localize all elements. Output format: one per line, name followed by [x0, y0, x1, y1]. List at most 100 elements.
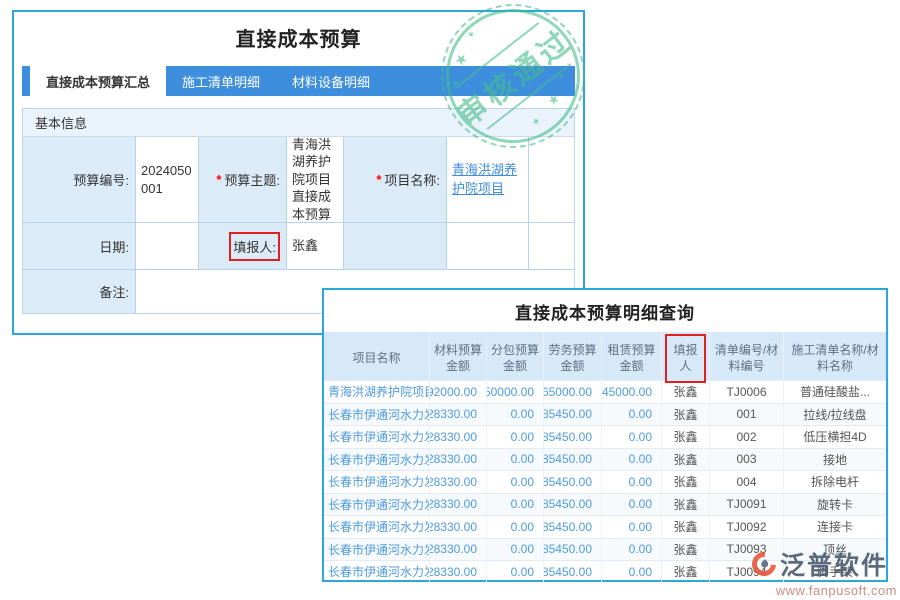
cell-labor-budget: 285450.00	[544, 494, 602, 516]
cell-lease-budget: 0.00	[602, 471, 662, 493]
filler-label-text: 填报人:	[233, 240, 276, 255]
basic-info-section: 基本信息 预算编号: 2024050001 * 预算主题: 青海洪湖养护院项目直…	[22, 108, 575, 314]
fanpu-logo-icon	[747, 547, 781, 581]
cell-filler: 张鑫	[662, 516, 710, 538]
vendor-url: www.fanpusoft.com	[752, 583, 897, 598]
empty-label-cell	[344, 223, 447, 270]
cell-material-budget: 28330.00	[430, 471, 487, 493]
project-link[interactable]: 青海洪湖养护院项目	[452, 161, 523, 199]
cell-list-name: 接地	[784, 449, 886, 471]
column-header-list-code: 清单编号/材料编号	[710, 332, 784, 385]
cell-list-name: 旋转卡	[784, 494, 886, 516]
cell-material-budget: 28330.00	[430, 494, 487, 516]
cell-material-budget: 28330.00	[430, 539, 487, 561]
cell-subcontract-budget: 0.00	[487, 494, 544, 516]
empty-cell	[447, 223, 529, 270]
cell-labor-budget: 285450.00	[544, 426, 602, 448]
filler-label-highlight-box: 填报人:	[229, 232, 280, 261]
cell-labor-budget: 285450.00	[544, 404, 602, 426]
cell-list-code: 001	[710, 404, 784, 426]
cell-lease-budget: 0.00	[602, 449, 662, 471]
vendor-name: 泛普软件	[780, 546, 888, 582]
budget-detail-query-panel: 直接成本预算明细查询 项目名称 材料预算金额 分包预算金额 劳务预算金额 租赁预…	[322, 288, 888, 582]
subject-label-text: 预算主题:	[224, 170, 280, 189]
cell-project: 长春市伊通河水力发电厂	[324, 516, 430, 538]
cell-subcontract-budget: 0.00	[487, 539, 544, 561]
cell-list-name: 拉线/拉线盘	[784, 404, 886, 426]
subject-value: 青海洪湖养护院项目直接成本预算	[287, 137, 344, 223]
cell-filler: 张鑫	[662, 561, 710, 583]
basic-info-form: 预算编号: 2024050001 * 预算主题: 青海洪湖养护院项目直接成本预算…	[23, 137, 574, 313]
cell-labor-budget: 285450.00	[544, 471, 602, 493]
filler-column-highlight-box: 填报人	[665, 334, 706, 383]
table-row[interactable]: 长春市伊通河水力发电厂 28330.00 0.00 285450.00 0.00…	[324, 448, 886, 471]
column-header-subcontract-budget: 分包预算金额	[487, 332, 544, 385]
tab-label: 材料设备明细	[292, 72, 370, 91]
table-row[interactable]: 长春市伊通河水力发电厂 28330.00 0.00 285450.00 0.00…	[324, 515, 886, 538]
cell-filler: 张鑫	[662, 404, 710, 426]
project-name-label: * 项目名称:	[344, 137, 447, 223]
cell-list-code: 003	[710, 449, 784, 471]
cell-project: 长春市伊通河水力发电厂	[324, 539, 430, 561]
filler-value: 张鑫	[287, 223, 344, 270]
cell-labor-budget: 285450.00	[544, 539, 602, 561]
cell-project: 长春市伊通河水力发电厂	[324, 471, 430, 493]
empty-cell	[529, 223, 574, 270]
cell-list-name: 连接卡	[784, 516, 886, 538]
cell-material-budget: 28330.00	[430, 516, 487, 538]
cell-project: 长春市伊通河水力发电厂	[324, 561, 430, 583]
cell-labor-budget: 285450.00	[544, 561, 602, 583]
cell-project: 长春市伊通河水力发电厂	[324, 449, 430, 471]
date-value[interactable]	[136, 223, 199, 270]
cell-subcontract-budget: 0.00	[487, 404, 544, 426]
cell-project: 长春市伊通河水力发电厂	[324, 494, 430, 516]
cell-material-budget: 28330.00	[430, 404, 487, 426]
cell-list-code: TJ0092	[710, 516, 784, 538]
cell-list-code: 002	[710, 426, 784, 448]
subject-label: * 预算主题:	[199, 137, 287, 223]
project-label-text: 项目名称:	[384, 170, 440, 189]
cell-lease-budget: 0.00	[602, 539, 662, 561]
cell-subcontract-budget: 0.00	[487, 561, 544, 583]
tab-material-equipment-detail[interactable]: 材料设备明细	[276, 66, 386, 96]
cell-list-code: TJ0091	[710, 494, 784, 516]
cell-lease-budget: 0.00	[602, 494, 662, 516]
cell-filler: 张鑫	[662, 539, 710, 561]
budget-no-value: 2024050001	[136, 137, 199, 223]
required-asterisk: *	[216, 172, 221, 187]
column-header-labor-budget: 劳务预算金额	[544, 332, 602, 385]
cell-subcontract-budget: 0.00	[487, 426, 544, 448]
cell-material-budget: 28330.00	[430, 561, 487, 583]
date-label: 日期:	[23, 223, 136, 270]
tab-bar: 直接成本预算汇总 施工清单明细 材料设备明细	[22, 66, 575, 96]
column-header-material-budget: 材料预算金额	[430, 332, 487, 385]
cell-list-code: 004	[710, 471, 784, 493]
cell-lease-budget: 0.00	[602, 561, 662, 583]
required-asterisk: *	[376, 172, 381, 187]
section-title: 基本信息	[23, 109, 574, 137]
tab-construction-list-detail[interactable]: 施工清单明细	[166, 66, 276, 96]
table-row[interactable]: 长春市伊通河水力发电厂 28330.00 0.00 285450.00 0.00…	[324, 425, 886, 448]
cell-lease-budget: 0.00	[602, 404, 662, 426]
vendor-logo: 泛普软件 www.fanpusoft.com	[752, 546, 897, 598]
budget-no-label: 预算编号:	[23, 137, 136, 223]
cell-project: 长春市伊通河水力发电厂	[324, 426, 430, 448]
cell-lease-budget: 0.00	[602, 516, 662, 538]
detail-panel-title: 直接成本预算明细查询	[324, 290, 886, 332]
table-row[interactable]: 长春市伊通河水力发电厂 28330.00 0.00 285450.00 0.00…	[324, 493, 886, 516]
column-header-filler: 填报人	[662, 332, 710, 385]
budget-summary-panel: 直接成本预算 直接成本预算汇总 施工清单明细 材料设备明细 基本信息 预算编号:…	[12, 10, 585, 335]
table-row[interactable]: 长春市伊通河水力发电厂 28330.00 0.00 285450.00 0.00…	[324, 470, 886, 493]
cell-project: 长春市伊通河水力发电厂	[324, 404, 430, 426]
cell-subcontract-budget: 0.00	[487, 516, 544, 538]
cell-filler: 张鑫	[662, 449, 710, 471]
cell-filler: 张鑫	[662, 471, 710, 493]
cell-material-budget: 28330.00	[430, 426, 487, 448]
cell-labor-budget: 285450.00	[544, 449, 602, 471]
tab-budget-summary[interactable]: 直接成本预算汇总	[30, 66, 166, 96]
cell-list-name: 低压横担4D	[784, 426, 886, 448]
table-row[interactable]: 长春市伊通河水力发电厂 28330.00 0.00 285450.00 0.00…	[324, 403, 886, 426]
cell-filler: 张鑫	[662, 494, 710, 516]
column-header-list-name: 施工清单名称/材料名称	[784, 332, 886, 385]
cell-filler: 张鑫	[662, 426, 710, 448]
